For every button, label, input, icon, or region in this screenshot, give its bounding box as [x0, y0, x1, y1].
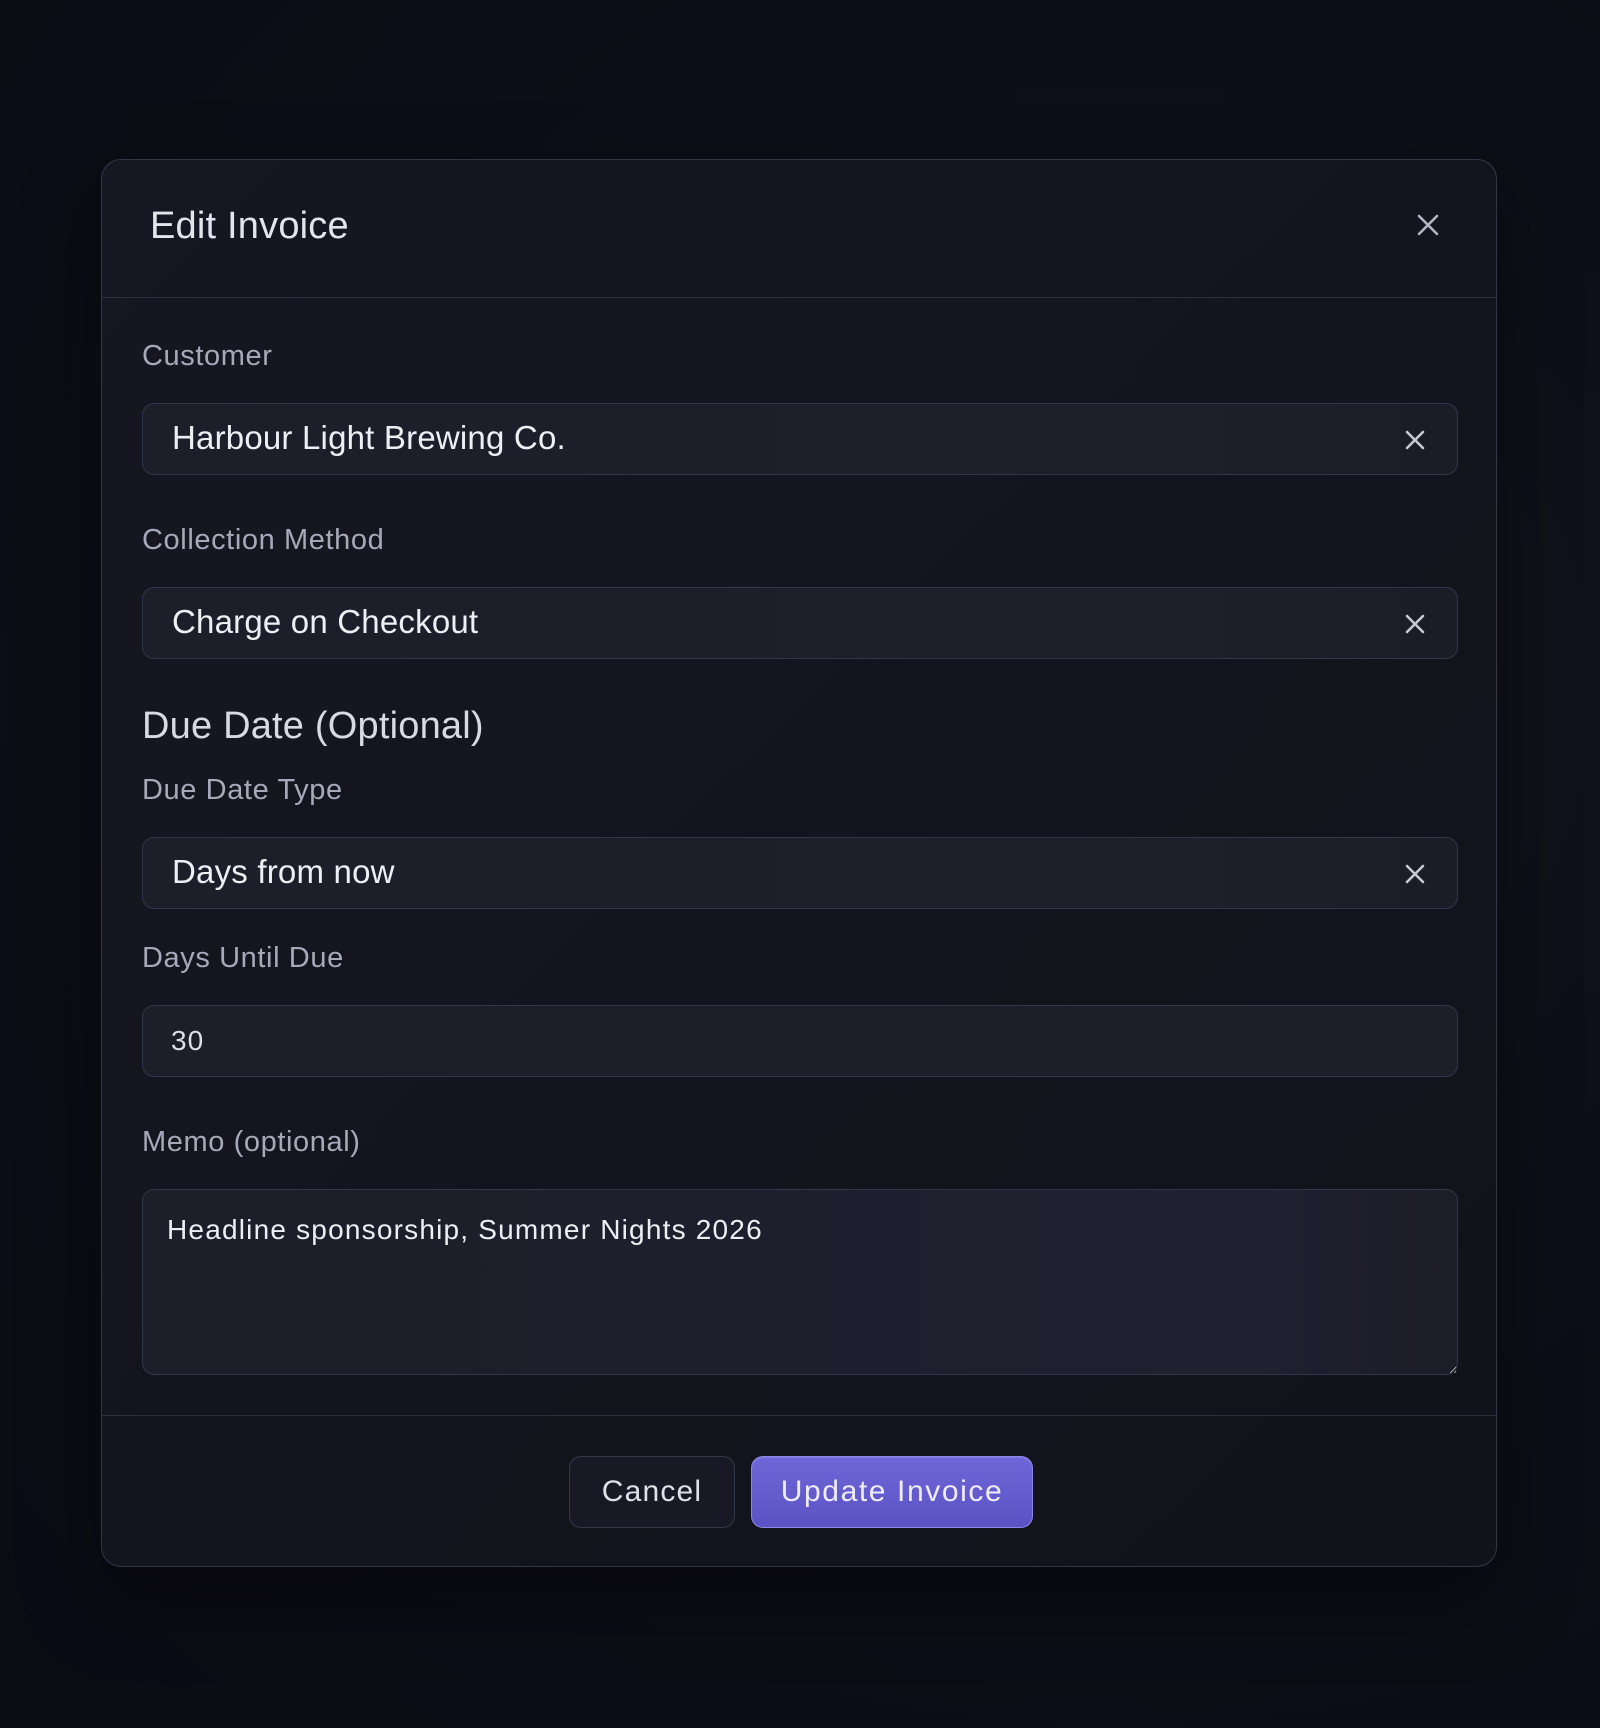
days-until-due-input[interactable]	[142, 1005, 1458, 1077]
due-date-section-title: Due Date (Optional)	[142, 705, 484, 747]
customer-label: Customer	[142, 340, 273, 372]
collection-method-clear-button[interactable]	[1401, 610, 1429, 638]
collection-method-label: Collection Method	[142, 524, 385, 556]
due-date-type-value: Days from now	[172, 853, 395, 890]
customer-clear-button[interactable]	[1401, 426, 1429, 454]
customer-value: Harbour Light Brewing Co.	[172, 419, 566, 456]
modal-title: Edit Invoice	[150, 205, 349, 247]
close-button[interactable]	[1407, 204, 1449, 246]
modal-header: Edit Invoice	[102, 160, 1496, 298]
memo-textarea[interactable]: Headline sponsorship, Summer Nights 2026	[142, 1189, 1458, 1375]
collection-method-value: Charge on Checkout	[172, 603, 479, 640]
cancel-button[interactable]: Cancel	[569, 1456, 735, 1528]
clear-icon	[1405, 614, 1425, 634]
edit-invoice-modal: Edit Invoice Customer Harbour Light Brew…	[101, 159, 1497, 1567]
days-until-due-label: Days Until Due	[142, 942, 344, 974]
due-date-type-clear-button[interactable]	[1401, 860, 1429, 888]
clear-icon	[1405, 430, 1425, 450]
update-invoice-button[interactable]: Update Invoice	[751, 1456, 1033, 1528]
due-date-type-select[interactable]: Days from now	[142, 837, 1458, 909]
memo-label: Memo (optional)	[142, 1126, 361, 1158]
customer-select[interactable]: Harbour Light Brewing Co.	[142, 403, 1458, 475]
close-icon	[1417, 214, 1439, 236]
collection-method-select[interactable]: Charge on Checkout	[142, 587, 1458, 659]
due-date-type-label: Due Date Type	[142, 774, 343, 806]
clear-icon	[1405, 864, 1425, 884]
modal-footer: Cancel Update Invoice	[102, 1415, 1496, 1567]
